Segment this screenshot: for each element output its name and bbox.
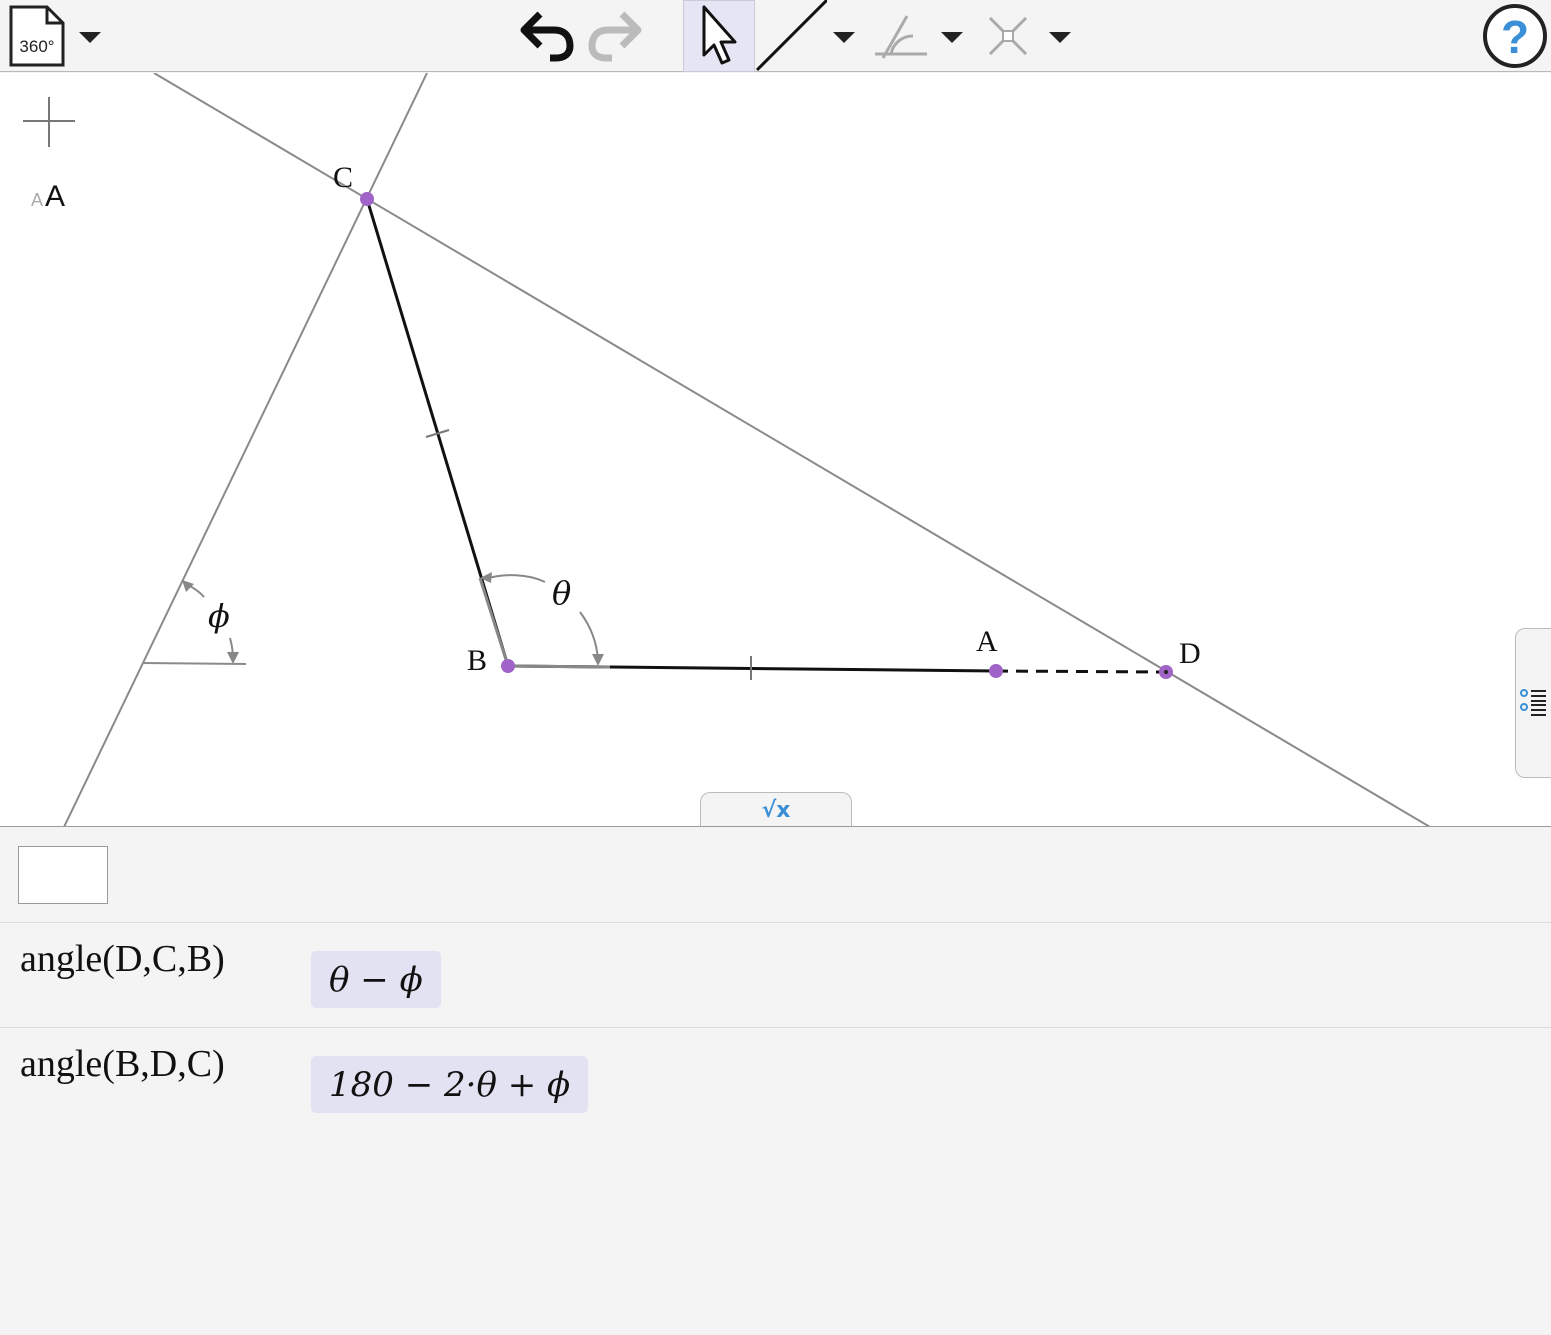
toolbar: 360° ?: [0, 0, 1551, 72]
expression-text: angle(B,D,C): [20, 1043, 225, 1085]
result-chip[interactable]: θ − ϕ: [311, 951, 441, 1008]
list-icon: [1520, 689, 1546, 716]
label-theta[interactable]: θ: [552, 574, 571, 612]
result-chip[interactable]: 180 − 2·θ + ϕ: [311, 1056, 589, 1113]
intersection-icon: [988, 16, 1028, 56]
angle-arc-theta-1: [484, 574, 546, 583]
algebra-panel: angle(D,C,B) θ − ϕ angle(B,D,C) 180 − 2·…: [0, 828, 1551, 1335]
add-object-button[interactable]: [23, 97, 75, 147]
font-size-large-icon: A: [45, 180, 65, 213]
reference-line-phi: [142, 662, 247, 665]
redo-button[interactable]: [584, 0, 648, 72]
arrowhead-phi-1: [182, 580, 194, 592]
expression-text: angle(D,C,B): [20, 938, 225, 980]
line-tool-button[interactable]: [755, 0, 827, 72]
label-phi[interactable]: ϕ: [208, 597, 230, 635]
point-b[interactable]: [501, 659, 515, 673]
line-through-c[interactable]: [63, 73, 428, 827]
geometry-canvas[interactable]: C B A D θ ϕ A A √x: [0, 73, 1551, 827]
help-icon: ?: [1483, 4, 1547, 68]
sqrt-x-icon: √x: [761, 798, 791, 823]
document-menu-button[interactable]: 360°: [8, 0, 66, 72]
pointer-icon: [702, 5, 737, 65]
point-d-center: [1164, 670, 1168, 674]
font-size-button[interactable]: A A: [31, 180, 65, 213]
intersection-tool-dropdown-icon[interactable]: [1049, 32, 1071, 43]
help-button[interactable]: ?: [1480, 0, 1550, 72]
geometry-drawing[interactable]: C B A D θ ϕ A A: [0, 73, 1551, 827]
document-dropdown-icon[interactable]: [79, 32, 101, 43]
label-d[interactable]: D: [1179, 637, 1201, 670]
point-a[interactable]: [989, 664, 1003, 678]
arrowhead-phi-2: [227, 652, 239, 664]
point-c[interactable]: [360, 192, 374, 206]
angle-icon: [875, 15, 927, 59]
angle-tool-button[interactable]: [870, 0, 930, 72]
document-badge: 360°: [19, 37, 54, 56]
arrowhead-theta-2: [592, 654, 604, 666]
undo-icon: [520, 11, 574, 62]
algebra-row[interactable]: angle(B,D,C) 180 − 2·θ + ϕ: [0, 1027, 1551, 1131]
undo-button[interactable]: [514, 0, 578, 72]
help-symbol: ?: [1501, 11, 1529, 63]
line-tool-dropdown-icon[interactable]: [833, 32, 855, 43]
angle-tool-dropdown-icon[interactable]: [941, 32, 963, 43]
math-panel-toggle[interactable]: √x: [700, 792, 852, 826]
label-c[interactable]: C: [333, 161, 353, 194]
redo-icon: [588, 11, 642, 62]
angle-arc-theta-2: [579, 611, 599, 661]
angle-arm-theta-2: [507, 664, 611, 669]
algebra-row[interactable]: angle(D,C,B) θ − ϕ: [0, 922, 1551, 1026]
intersection-tool-button[interactable]: [980, 0, 1036, 72]
object-list-toggle[interactable]: [1515, 628, 1551, 778]
segment-ad-dashed[interactable]: [995, 669, 1167, 674]
select-tool-button[interactable]: [683, 0, 755, 72]
expression-input[interactable]: [18, 846, 108, 904]
label-a[interactable]: A: [976, 625, 998, 658]
font-size-small-icon: A: [31, 190, 43, 210]
document-icon: 360°: [9, 5, 65, 67]
label-b[interactable]: B: [467, 644, 487, 677]
line-icon: [755, 0, 827, 72]
